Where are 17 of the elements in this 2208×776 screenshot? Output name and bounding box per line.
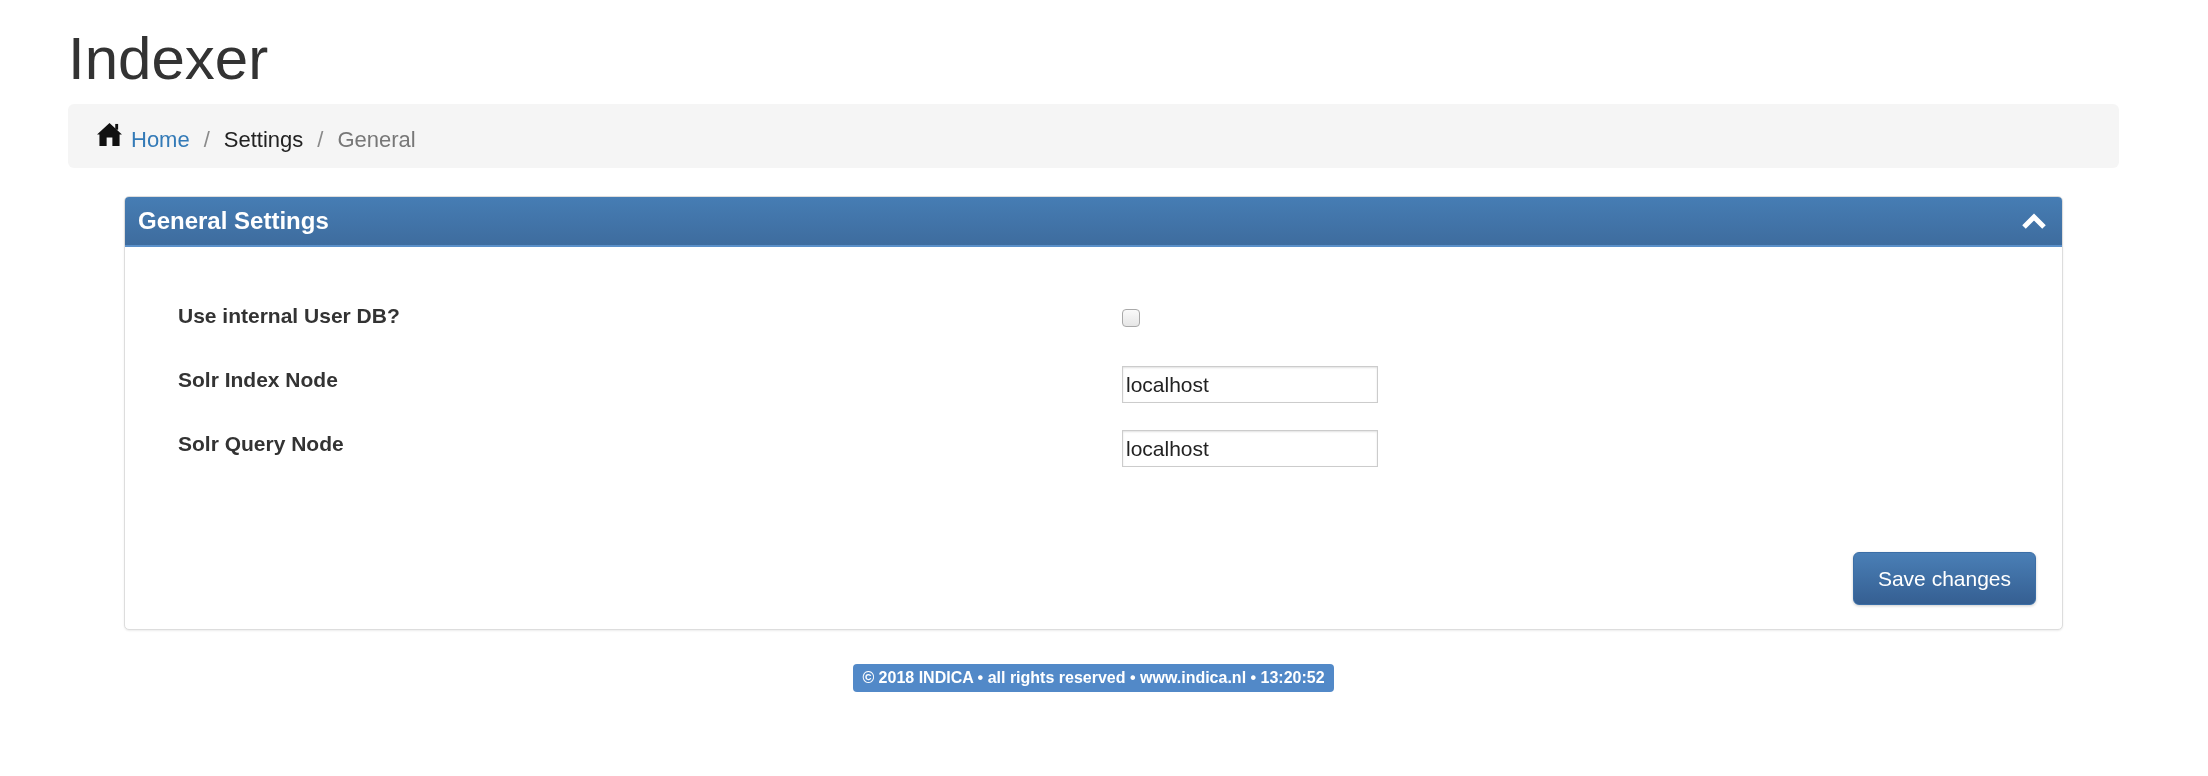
checkbox[interactable] [1122, 309, 1140, 327]
breadcrumb-link[interactable]: Settings [223, 122, 304, 156]
save-button[interactable]: Save changes [1853, 552, 2036, 605]
home-icon [97, 122, 122, 146]
home-link[interactable]: Home [97, 122, 190, 156]
field-label: Solr Query Node [178, 431, 345, 457]
footer-badge: © 2018 INDICA • all rights reserved • www.indica.nl • 13:20:52 [853, 664, 1334, 692]
breadcrumb-current: General [337, 125, 416, 154]
panel-title: General Settings [138, 206, 329, 236]
page-title: Indexer [68, 26, 270, 92]
field-label: Use internal User DB? [178, 303, 401, 329]
text-input[interactable]: localhost [1122, 430, 1378, 467]
breadcrumb-separator: / [203, 125, 210, 154]
text-input[interactable]: localhost [1122, 366, 1378, 403]
field-label: Solr Index Node [178, 367, 339, 393]
chevron-up-icon[interactable] [2022, 213, 2046, 229]
breadcrumb-separator: / [317, 125, 324, 154]
